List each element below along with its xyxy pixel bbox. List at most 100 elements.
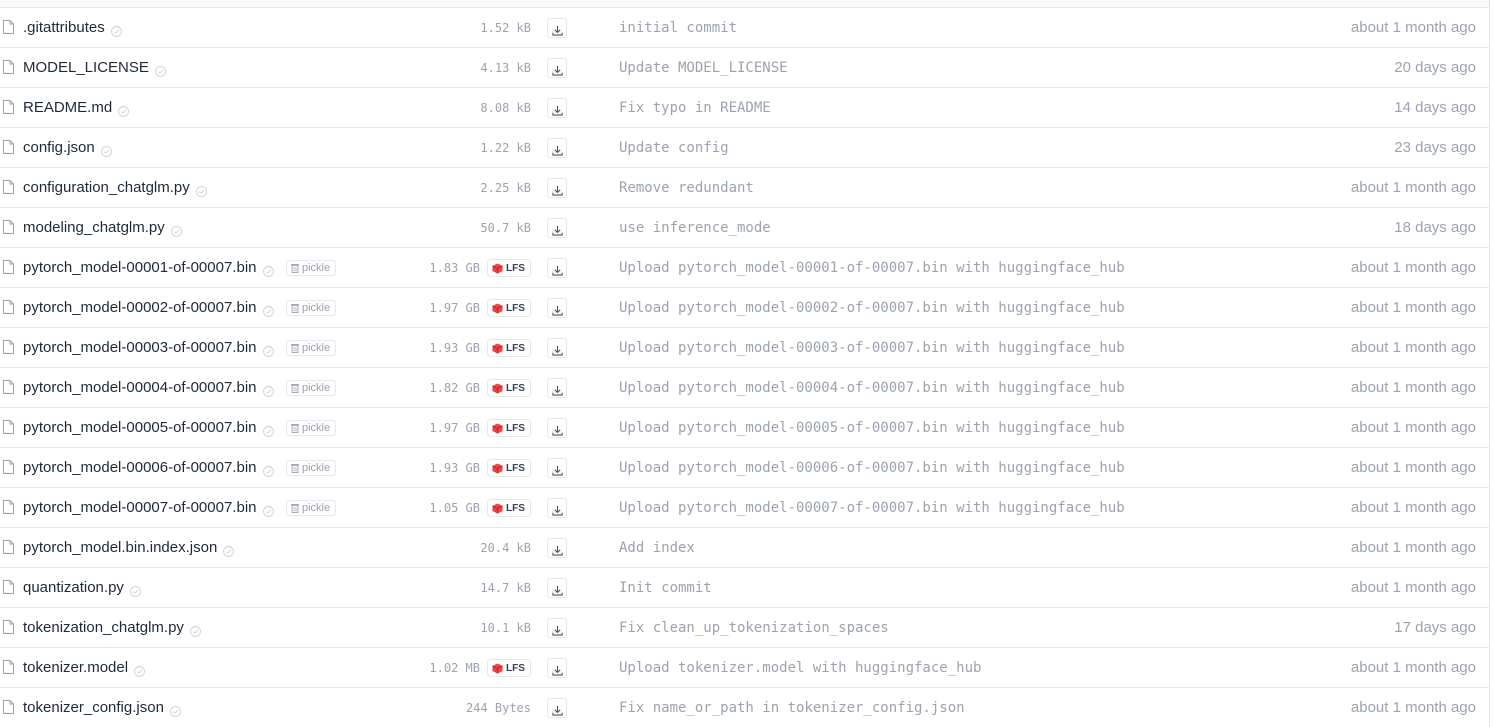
commit-message-link[interactable]: Upload pytorch_model-00006-of-00007.bin … — [619, 459, 1125, 477]
commit-message-link[interactable]: Init commit — [619, 579, 712, 597]
file-name-link[interactable]: configuration_chatglm.py — [23, 178, 207, 198]
file-row[interactable]: .gitattributes 1.52 kB initial commit about… — [0, 8, 1490, 48]
shield-check-icon[interactable] — [154, 63, 166, 77]
download-button[interactable] — [547, 298, 567, 318]
file-name-link[interactable]: pytorch_model-00003-of-00007.bin — [23, 338, 274, 358]
file-name-link[interactable]: pytorch_model-00007-of-00007.bin — [23, 498, 274, 518]
file-name-link[interactable]: config.json — [23, 138, 112, 158]
download-button[interactable] — [547, 98, 567, 118]
download-button[interactable] — [547, 218, 567, 238]
pickle-badge[interactable]: pickle — [286, 380, 337, 396]
download-button[interactable] — [547, 378, 567, 398]
commit-message-link[interactable]: Fix typo in README — [619, 99, 771, 117]
pickle-badge[interactable]: pickle — [286, 500, 337, 516]
file-row[interactable]: pytorch_model-00007-of-00007.bin pickle 1.… — [0, 488, 1490, 528]
pickle-badge[interactable]: pickle — [286, 260, 337, 276]
file-name-link[interactable]: README.md — [23, 98, 130, 118]
file-row[interactable]: pytorch_model.bin.index.json 20.4 kB Add i… — [0, 528, 1490, 568]
download-button[interactable] — [547, 538, 567, 558]
file-row[interactable]: configuration_chatglm.py 2.25 kB Remove re… — [0, 168, 1490, 208]
file-row[interactable]: pytorch_model-00001-of-00007.bin pickle 1.… — [0, 248, 1490, 288]
commit-message-link[interactable]: Upload pytorch_model-00002-of-00007.bin … — [619, 299, 1125, 317]
file-row[interactable]: pytorch_model-00004-of-00007.bin pickle 1.… — [0, 368, 1490, 408]
commit-message-link[interactable]: Fix clean_up_tokenization_spaces — [619, 619, 889, 637]
file-name-link[interactable]: pytorch_model.bin.index.json — [23, 538, 235, 558]
file-name-link[interactable]: MODEL_LICENSE — [23, 58, 166, 78]
file-row[interactable]: config.json 1.22 kB Update config 23 days a… — [0, 128, 1490, 168]
shield-check-icon[interactable] — [169, 703, 181, 717]
file-row[interactable]: tokenizer.model 1.02 MB LFS Upload tokenize… — [0, 648, 1490, 688]
shield-check-icon[interactable] — [110, 23, 122, 37]
commit-message-link[interactable]: Upload pytorch_model-00003-of-00007.bin … — [619, 339, 1125, 357]
download-button[interactable] — [547, 178, 567, 198]
commit-message-link[interactable]: Add index — [619, 539, 695, 557]
shield-check-icon[interactable] — [262, 303, 274, 317]
file-row[interactable]: README.md 8.08 kB Fix typo in README 14 day… — [0, 88, 1490, 128]
file-row[interactable]: tokenization_chatglm.py 10.1 kB Fix clean_… — [0, 608, 1490, 648]
pickle-badge[interactable]: pickle — [286, 300, 337, 316]
shield-check-icon[interactable] — [129, 583, 141, 597]
file-name-link[interactable]: tokenization_chatglm.py — [23, 618, 201, 638]
pickle-badge[interactable]: pickle — [286, 420, 337, 436]
file-name-link[interactable]: tokenizer_config.json — [23, 698, 181, 718]
file-row[interactable]: quantization.py 14.7 kB Init commit about 1… — [0, 568, 1490, 608]
shield-check-icon[interactable] — [262, 383, 274, 397]
lfs-badge[interactable]: LFS — [487, 259, 531, 277]
lfs-badge[interactable]: LFS — [487, 339, 531, 357]
shield-check-icon[interactable] — [195, 183, 207, 197]
commit-message-link[interactable]: Remove redundant — [619, 179, 754, 197]
shield-check-icon[interactable] — [134, 663, 146, 677]
file-row[interactable]: pytorch_model-00003-of-00007.bin pickle 1.… — [0, 328, 1490, 368]
download-button[interactable] — [547, 698, 567, 718]
download-button[interactable] — [547, 258, 567, 278]
shield-check-icon[interactable] — [262, 503, 274, 517]
commit-message-link[interactable]: Upload pytorch_model-00005-of-00007.bin … — [619, 419, 1125, 437]
file-name-link[interactable]: .gitattributes — [23, 18, 122, 38]
file-name-link[interactable]: pytorch_model-00005-of-00007.bin — [23, 418, 274, 438]
file-row[interactable]: pytorch_model-00005-of-00007.bin pickle 1.… — [0, 408, 1490, 448]
file-row[interactable]: tokenizer_config.json 244 Bytes Fix name_o… — [0, 688, 1490, 727]
download-button[interactable] — [547, 58, 567, 78]
file-name-link[interactable]: quantization.py — [23, 578, 141, 598]
file-name-link[interactable]: pytorch_model-00001-of-00007.bin — [23, 258, 274, 278]
lfs-badge[interactable]: LFS — [487, 419, 531, 437]
commit-message-link[interactable]: Upload pytorch_model-00001-of-00007.bin … — [619, 259, 1125, 277]
download-button[interactable] — [547, 658, 567, 678]
shield-check-icon[interactable] — [223, 543, 235, 557]
file-row[interactable]: pytorch_model-00006-of-00007.bin pickle 1.… — [0, 448, 1490, 488]
lfs-badge[interactable]: LFS — [487, 379, 531, 397]
commit-message-link[interactable]: Upload pytorch_model-00007-of-00007.bin … — [619, 499, 1125, 517]
file-name-link[interactable]: modeling_chatglm.py — [23, 218, 182, 238]
commit-message-link[interactable]: Upload tokenizer.model with huggingface_… — [619, 659, 981, 677]
lfs-badge[interactable]: LFS — [487, 299, 531, 317]
commit-message-link[interactable]: Upload pytorch_model-00004-of-00007.bin … — [619, 379, 1125, 397]
download-button[interactable] — [547, 458, 567, 478]
file-row[interactable]: MODEL_LICENSE 4.13 kB Update MODEL_LICENSE… — [0, 48, 1490, 88]
shield-check-icon[interactable] — [170, 223, 182, 237]
pickle-badge[interactable]: pickle — [286, 460, 337, 476]
lfs-badge[interactable]: LFS — [487, 499, 531, 517]
lfs-badge[interactable]: LFS — [487, 659, 531, 677]
file-name-link[interactable]: pytorch_model-00006-of-00007.bin — [23, 458, 274, 478]
download-button[interactable] — [547, 498, 567, 518]
download-button[interactable] — [547, 338, 567, 358]
shield-check-icon[interactable] — [262, 463, 274, 477]
shield-check-icon[interactable] — [262, 423, 274, 437]
lfs-badge[interactable]: LFS — [487, 459, 531, 477]
shield-check-icon[interactable] — [262, 263, 274, 277]
file-name-link[interactable]: pytorch_model-00002-of-00007.bin — [23, 298, 274, 318]
commit-message-link[interactable]: Update MODEL_LICENSE — [619, 59, 788, 77]
download-button[interactable] — [547, 138, 567, 158]
shield-check-icon[interactable] — [118, 103, 130, 117]
commit-message-link[interactable]: use inference_mode — [619, 219, 771, 237]
download-button[interactable] — [547, 578, 567, 598]
file-name-link[interactable]: pytorch_model-00004-of-00007.bin — [23, 378, 274, 398]
file-row[interactable]: pytorch_model-00002-of-00007.bin pickle 1.… — [0, 288, 1490, 328]
download-button[interactable] — [547, 618, 567, 638]
file-name-link[interactable]: tokenizer.model — [23, 658, 146, 678]
shield-check-icon[interactable] — [189, 623, 201, 637]
commit-message-link[interactable]: initial commit — [619, 19, 737, 37]
commit-message-link[interactable]: Fix name_or_path in tokenizer_config.jso… — [619, 699, 965, 717]
file-row[interactable]: modeling_chatglm.py 50.7 kB use inference_… — [0, 208, 1490, 248]
pickle-badge[interactable]: pickle — [286, 340, 337, 356]
